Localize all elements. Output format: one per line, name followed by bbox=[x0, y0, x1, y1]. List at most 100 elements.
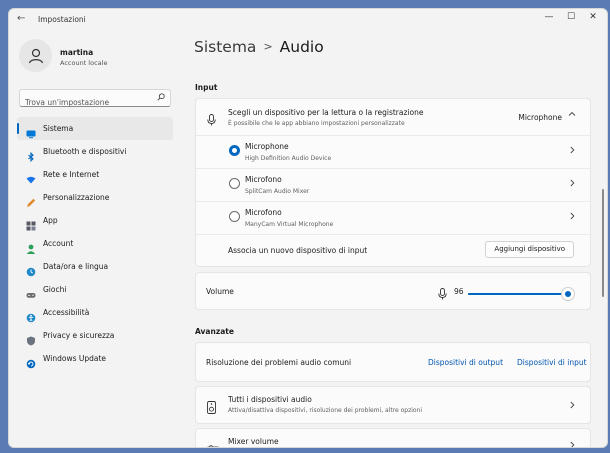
sidebar-item-label: Windows Update bbox=[43, 354, 107, 363]
sidebar-item-label: Rete e Internet bbox=[43, 170, 100, 179]
sidebar-item-label: Account bbox=[43, 239, 74, 248]
speaker-device-icon bbox=[207, 399, 216, 418]
volume-card: Volume 96 bbox=[195, 272, 591, 310]
chevron-right-icon[interactable] bbox=[568, 179, 576, 190]
input-device-option[interactable]: Microfono ManyCam Virtual Microphone bbox=[196, 202, 590, 235]
sidebar-item-label: Sistema bbox=[43, 124, 74, 133]
sidebar-item-label: Privacy e sicurezza bbox=[43, 331, 115, 340]
add-device-label: Associa un nuovo dispositivo di input bbox=[228, 246, 368, 255]
search-input[interactable] bbox=[20, 94, 148, 111]
output-devices-link[interactable]: Dispositivi di output bbox=[428, 358, 503, 367]
close-button[interactable]: ✕ bbox=[583, 12, 603, 22]
sidebar-item-data-ora[interactable]: Data/ora e lingua bbox=[17, 255, 173, 278]
input-device-header[interactable]: Scegli un dispositivo per la lettura o l… bbox=[196, 99, 590, 136]
sidebar-item-giochi[interactable]: Giochi bbox=[17, 278, 173, 301]
sidebar-item-sistema[interactable]: Sistema bbox=[17, 117, 173, 140]
back-button[interactable]: ← bbox=[17, 13, 25, 24]
selected-input-device: Microphone bbox=[518, 113, 562, 122]
system-icon bbox=[26, 124, 36, 138]
sidebar-item-rete[interactable]: Rete e Internet bbox=[17, 163, 173, 186]
volume-mixer-card[interactable]: Mixer volume bbox=[195, 428, 591, 447]
apps-icon bbox=[26, 216, 36, 230]
pencil-icon bbox=[26, 193, 36, 207]
sidebar-item-label: Giochi bbox=[43, 285, 67, 294]
chevron-up-icon[interactable] bbox=[568, 110, 576, 121]
sidebar-item-label: Personalizzazione bbox=[43, 193, 110, 202]
input-device-subtitle: È possibile che le app abbiano impostazi… bbox=[228, 120, 405, 127]
input-devices-link[interactable]: Dispositivi di input bbox=[517, 358, 587, 367]
breadcrumb: Sistema > Audio bbox=[194, 38, 324, 56]
user-name: martina bbox=[60, 48, 94, 57]
accessibility-icon bbox=[26, 308, 36, 322]
troubleshoot-card: Risoluzione dei problemi audio comuni Di… bbox=[195, 342, 591, 382]
breadcrumb-parent[interactable]: Sistema bbox=[194, 38, 256, 56]
volume-slider-fill bbox=[468, 293, 568, 295]
sidebar-item-account[interactable]: Account bbox=[17, 232, 173, 255]
microphone-icon bbox=[207, 111, 216, 130]
sidebar-nav: Sistema Bluetooth e dispositivi Rete e I… bbox=[17, 117, 173, 370]
sidebar-item-personalizzazione[interactable]: Personalizzazione bbox=[17, 186, 173, 209]
input-device-option[interactable]: Microfono SplitCam Audio Mixer bbox=[196, 169, 590, 202]
bluetooth-icon bbox=[26, 147, 36, 162]
sidebar-item-label: Accessibilità bbox=[43, 308, 90, 317]
volume-slider[interactable] bbox=[468, 288, 574, 300]
troubleshoot-label: Risoluzione dei problemi audio comuni bbox=[206, 358, 352, 367]
device-name: Microphone bbox=[245, 142, 289, 151]
input-section-label: Input bbox=[195, 83, 218, 92]
search-box[interactable] bbox=[19, 89, 171, 111]
scrollbar[interactable] bbox=[602, 189, 604, 297]
input-device-card: Scegli un dispositivo per la lettura o l… bbox=[195, 98, 591, 267]
all-devices-title: Tutti i dispositivi audio bbox=[228, 395, 312, 404]
all-audio-devices-card[interactable]: Tutti i dispositivi audio Attiva/disatti… bbox=[195, 386, 591, 424]
sidebar-item-privacy[interactable]: Privacy e sicurezza bbox=[17, 324, 173, 347]
all-devices-subtitle: Attiva/disattiva dispositivi, risoluzion… bbox=[228, 407, 423, 414]
sidebar-item-app[interactable]: App bbox=[17, 209, 173, 232]
maximize-button[interactable]: ☐ bbox=[561, 12, 581, 22]
input-device-title: Scegli un dispositivo per la lettura o l… bbox=[228, 108, 424, 117]
volume-value: 96 bbox=[454, 287, 464, 296]
volume-label: Volume bbox=[206, 287, 234, 296]
radio-unselected[interactable] bbox=[229, 178, 240, 189]
app-title: Impostazioni bbox=[38, 15, 86, 24]
settings-window: ← Impostazioni — ☐ ✕ martina Account loc… bbox=[8, 8, 608, 448]
page-title: Audio bbox=[279, 38, 324, 56]
gamepad-icon bbox=[26, 285, 36, 298]
shield-icon bbox=[26, 331, 36, 345]
add-device-button[interactable]: Aggiungi dispositivo bbox=[485, 241, 574, 258]
breadcrumb-separator: > bbox=[263, 40, 273, 53]
sidebar-item-windows-update[interactable]: Windows Update bbox=[17, 347, 173, 370]
minimize-button[interactable]: — bbox=[539, 12, 559, 22]
globe-clock-icon bbox=[26, 262, 36, 276]
account-type: Account locale bbox=[60, 59, 108, 67]
chevron-right-icon[interactable] bbox=[568, 441, 576, 447]
chevron-right-icon[interactable] bbox=[568, 146, 576, 157]
person-icon bbox=[28, 48, 43, 63]
volume-slider-thumb[interactable] bbox=[561, 288, 574, 300]
microphone-icon bbox=[438, 285, 447, 304]
radio-unselected[interactable] bbox=[229, 211, 240, 222]
device-name: Microfono bbox=[245, 175, 282, 184]
device-name: Microfono bbox=[245, 208, 282, 217]
mixer-icon bbox=[207, 439, 219, 447]
device-detail: SplitCam Audio Mixer bbox=[245, 188, 310, 195]
chevron-right-icon[interactable] bbox=[568, 401, 576, 412]
chevron-right-icon[interactable] bbox=[568, 212, 576, 223]
network-icon bbox=[26, 170, 36, 183]
add-input-device-row: Associa un nuovo dispositivo di input Ag… bbox=[196, 235, 590, 266]
mixer-title: Mixer volume bbox=[228, 437, 279, 446]
input-device-option[interactable]: Microphone High Definition Audio Device bbox=[196, 136, 590, 169]
sidebar-item-accessibilita[interactable]: Accessibilità bbox=[17, 301, 173, 324]
advanced-section-label: Avanzate bbox=[195, 327, 234, 336]
sidebar-item-label: Data/ora e lingua bbox=[43, 262, 109, 271]
sidebar-item-label: Bluetooth e dispositivi bbox=[43, 147, 127, 156]
radio-selected[interactable] bbox=[229, 145, 240, 156]
device-detail: ManyCam Virtual Microphone bbox=[245, 221, 334, 228]
update-icon bbox=[26, 354, 36, 368]
title-bar: ← Impostazioni — ☐ ✕ bbox=[9, 9, 607, 31]
search-icon bbox=[157, 93, 165, 103]
sidebar-item-label: App bbox=[43, 216, 58, 225]
avatar bbox=[19, 39, 52, 72]
device-detail: High Definition Audio Device bbox=[245, 155, 332, 162]
account-icon bbox=[26, 239, 36, 254]
sidebar-item-bluetooth[interactable]: Bluetooth e dispositivi bbox=[17, 140, 173, 163]
